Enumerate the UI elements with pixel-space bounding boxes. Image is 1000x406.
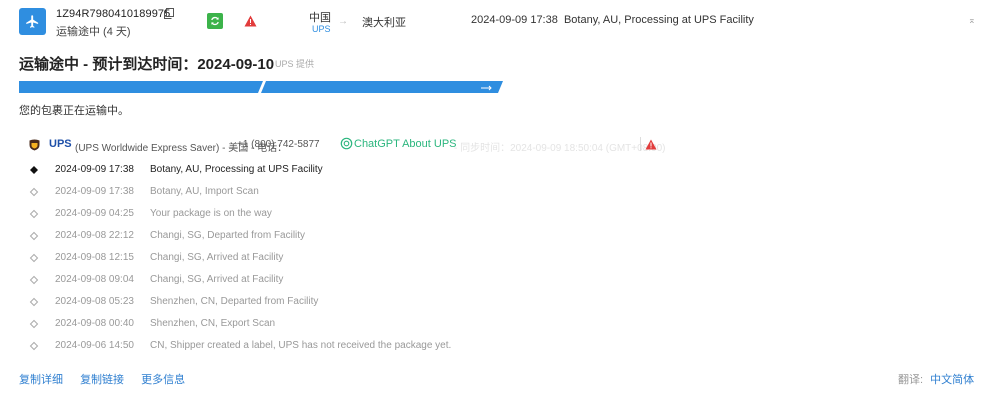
carrier-name[interactable]: UPS <box>49 138 72 150</box>
expand-icon[interactable]: ⌅ <box>968 15 976 26</box>
copy-detail-link[interactable]: 复制详细 <box>19 374 63 386</box>
chatgpt-link[interactable]: ChatGPT About UPS <box>354 138 457 150</box>
tracking-number: 1Z94R7980410189975 <box>56 8 171 20</box>
event-diamond-icon <box>29 209 39 219</box>
translate-control: 翻译: 中文简体 <box>898 371 974 387</box>
copy-icon[interactable] <box>164 8 174 19</box>
event-desc: Botany, AU, Import Scan <box>150 186 259 197</box>
airplane-icon <box>19 8 46 35</box>
status-message: 您的包裹正在运输中。 <box>19 105 129 117</box>
provider-note: UPS 提供 <box>275 59 315 69</box>
sync-time: - 同步时间：2024-09-09 18:50:04 (GMT+08:00) <box>454 143 666 154</box>
event-diamond-icon <box>29 253 39 263</box>
event-time: 2024-09-06 14:50 <box>55 340 134 351</box>
progress-bar <box>19 81 503 93</box>
event-desc: Changi, SG, Departed from Facility <box>150 230 306 241</box>
event-time: 2024-09-09 04:25 <box>55 208 134 219</box>
event-diamond-icon <box>29 319 39 329</box>
event-time: 2024-09-08 09:04 <box>55 274 134 285</box>
more-info-link[interactable]: 更多信息 <box>141 374 185 386</box>
ups-shield-icon <box>29 139 40 151</box>
warning-icon[interactable] <box>244 15 257 27</box>
event-desc: Changi, SG, Arrived at Facility <box>150 252 284 263</box>
event-desc: CN, Shipper created a label, UPS has not… <box>150 340 452 351</box>
route-arrow: → <box>338 16 348 27</box>
progress-segment-2 <box>261 81 503 93</box>
event-diamond-icon <box>29 341 39 351</box>
event-diamond-icon <box>29 275 39 285</box>
shipment-header[interactable]: 1Z94R7980410189975 运输途中 (4 天) 中国 UPS → 澳… <box>0 0 1000 42</box>
event-desc: Shenzhen, CN, Departed from Facility <box>150 296 319 307</box>
event-filled-diamond-icon <box>30 166 38 174</box>
carrier-label[interactable]: UPS <box>312 24 331 34</box>
copy-link-link[interactable]: 复制链接 <box>80 374 124 386</box>
page-title: 运输途中 - 预计到达时间：2024-09-10 <box>19 56 275 73</box>
event-desc: Your package is on the way <box>150 208 272 219</box>
progress-segment-1 <box>19 81 263 93</box>
event-diamond-icon <box>29 187 39 197</box>
destination-country: 澳大利亚 <box>362 17 406 29</box>
divider <box>640 137 641 151</box>
latest-event: 2024-09-09 17:38 Botany, AU, Processing … <box>471 14 754 26</box>
event-desc: Shenzhen, CN, Export Scan <box>150 318 276 329</box>
translate-label: 翻译: <box>898 374 924 386</box>
warning-icon[interactable] <box>645 139 657 150</box>
event-time: 2024-09-08 22:12 <box>55 230 134 241</box>
event-diamond-icon <box>29 231 39 241</box>
event-time: 2024-09-08 00:40 <box>55 318 134 329</box>
event-time: 2024-09-08 05:23 <box>55 296 134 307</box>
event-time: 2024-09-09 17:38 <box>55 164 134 175</box>
refresh-icon <box>211 16 219 26</box>
footer-actions: 复制详细 复制链接 更多信息 <box>19 371 199 387</box>
origin-country: 中国 <box>309 12 331 24</box>
chatgpt-icon[interactable] <box>340 137 353 150</box>
refresh-button[interactable] <box>207 13 223 29</box>
event-diamond-icon <box>29 297 39 307</box>
event-time: 2024-09-09 17:38 <box>55 186 134 197</box>
language-select[interactable]: 中文简体 <box>930 374 974 386</box>
event-desc: Botany, AU, Processing at UPS Facility <box>150 164 323 175</box>
transit-status: 运输途中 (4 天) <box>56 26 131 38</box>
event-time: 2024-09-08 12:15 <box>55 252 134 263</box>
event-desc: Changi, SG, Arrived at Facility <box>150 274 284 285</box>
carrier-phone[interactable]: +1 (800) 742-5877 <box>237 139 320 150</box>
